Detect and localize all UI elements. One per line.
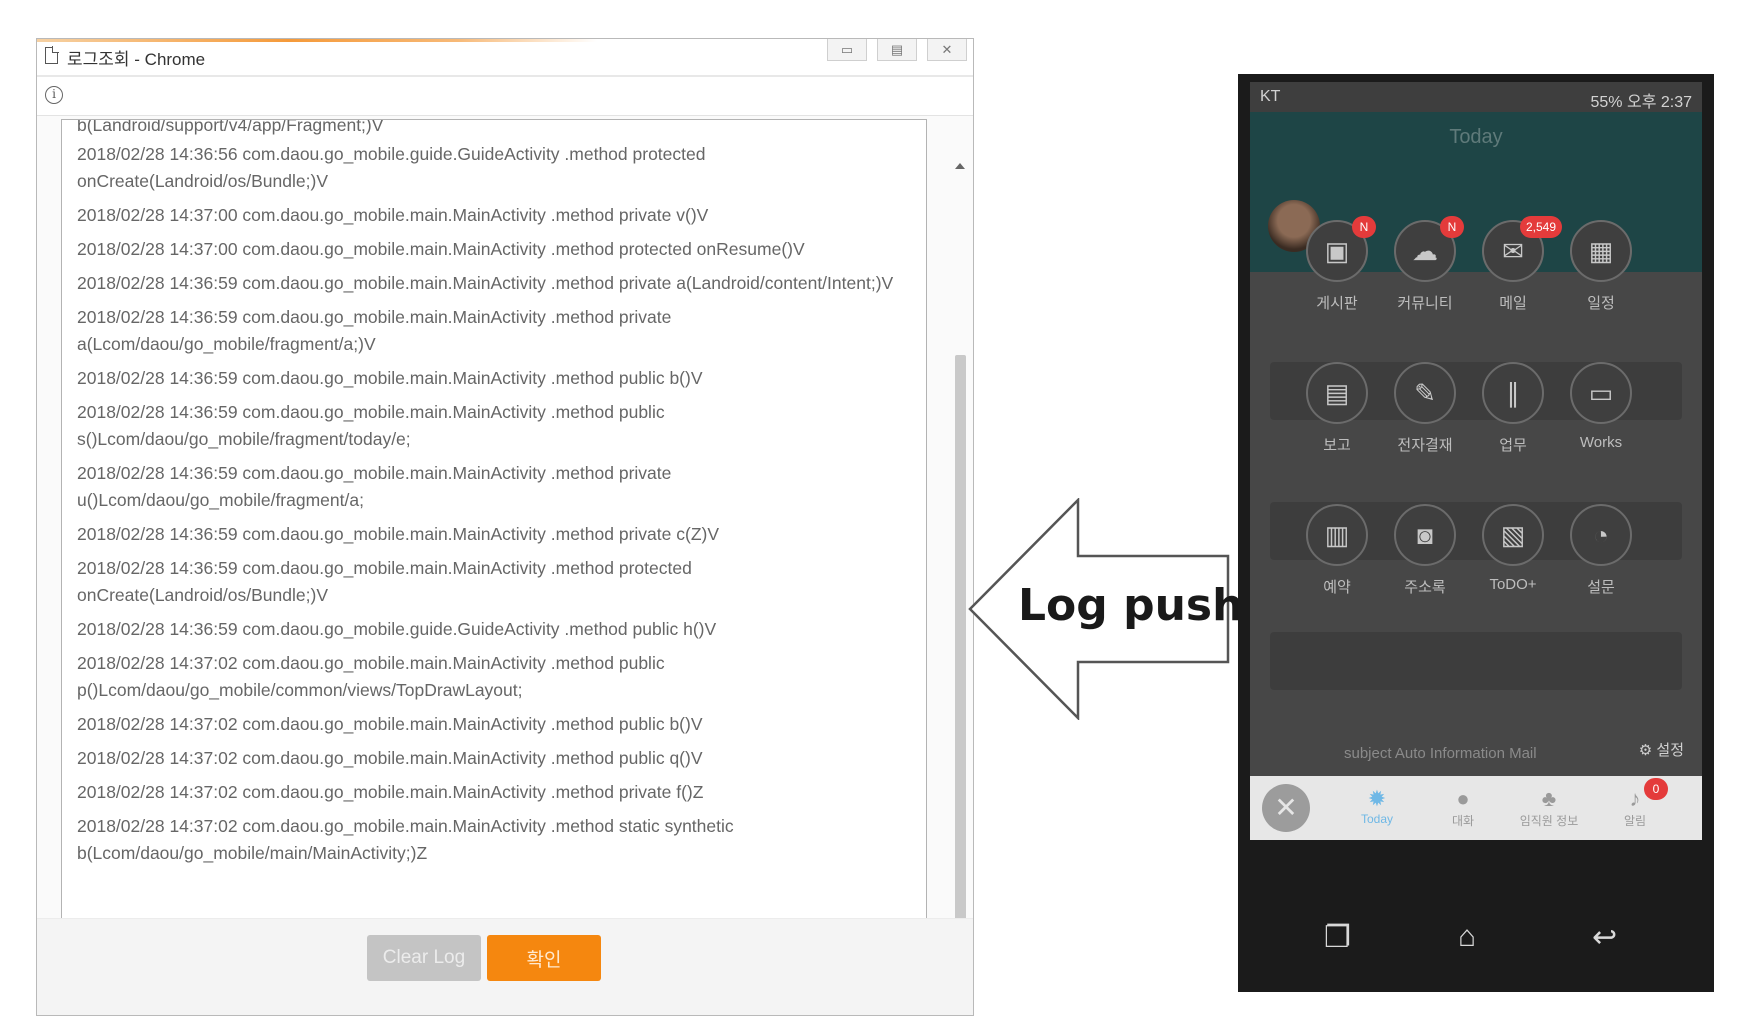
log-line: 2018/02/28 14:37:02 com.daou.go_mobile.m… (77, 653, 665, 700)
report-icon: ▤ (1306, 362, 1368, 424)
notification-badge: N (1352, 216, 1376, 238)
app-label: 일정 (1587, 295, 1615, 312)
gear-icon: ⚙ (1638, 742, 1653, 759)
dialog-footer: Clear Log 확인 (37, 918, 973, 1015)
nav-label: 대화 (1451, 814, 1475, 828)
address-bar: i (37, 77, 973, 116)
log-line: 2018/02/28 14:36:59 com.daou.go_mobile.m… (77, 368, 703, 388)
document-icon (45, 46, 59, 64)
home-icon[interactable]: ⌂ (1458, 920, 1476, 954)
log-line: 2018/02/28 14:36:59 com.daou.go_mobile.m… (77, 463, 672, 510)
log-line: 2018/02/28 14:36:56 com.daou.go_mobile.g… (77, 144, 706, 191)
log-line: 2018/02/28 14:36:59 com.daou.go_mobile.g… (77, 619, 717, 639)
app-label: 메일 (1499, 295, 1527, 312)
settings-label: 설정 (1656, 742, 1684, 759)
nav-label: 임직원 정보 (1519, 814, 1579, 828)
scrollbar-thumb[interactable] (955, 355, 966, 991)
app-reservation[interactable]: ▥ 예약 (1292, 504, 1382, 597)
settings-button[interactable]: ⚙ 설정 (1639, 739, 1684, 760)
title-bar: 로그조회 - Chrome ▭ ▤ ✕ (37, 39, 973, 77)
contacts-icon: ◙ (1394, 504, 1456, 566)
app-task[interactable]: ∥ 업무 (1468, 362, 1558, 455)
app-screen: Today ▣ N 게시판 ☁ N 커뮤니티 ✉ 2,549 메일 ▦ 일정 ▤ 보고 ✎ 전자결재 ∥ 업무 ▭… (1250, 112, 1702, 840)
app-label: 주소록 (1404, 579, 1446, 596)
log-line: 2018/02/28 14:36:59 com.daou.go_mobile.m… (77, 558, 692, 605)
window-title: 로그조회 - Chrome (67, 50, 206, 69)
nav-item-sun[interactable]: ✹ Today (1342, 786, 1412, 826)
reservation-icon: ▥ (1306, 504, 1368, 566)
works-icon: ▭ (1570, 362, 1632, 424)
nav-item-chat[interactable]: ● 대화 (1428, 786, 1498, 829)
app-board[interactable]: ▣ N 게시판 (1292, 216, 1382, 313)
log-line: 2018/02/28 14:36:59 com.daou.go_mobile.m… (77, 307, 672, 354)
app-calendar[interactable]: ▦ 일정 (1556, 220, 1646, 313)
log-line: 2018/02/28 14:37:02 com.daou.go_mobile.m… (77, 748, 703, 768)
app-label: ToDO+ (1489, 576, 1537, 593)
app-label: 설문 (1587, 579, 1615, 596)
survey-icon: ◔ (1570, 504, 1632, 566)
log-line: 2018/02/28 14:37:02 com.daou.go_mobile.m… (77, 816, 734, 863)
app-label: 전자결재 (1397, 437, 1453, 454)
org-chart-icon: ♣ (1541, 786, 1557, 811)
arrow-label: Log push (1018, 580, 1244, 631)
app-approval[interactable]: ✎ 전자결재 (1380, 362, 1470, 455)
log-line-partial: b(Landroid/support/v4/app/Fragment;)V (77, 119, 384, 135)
approval-icon: ✎ (1394, 362, 1456, 424)
confirm-button[interactable]: 확인 (487, 935, 601, 981)
screen-title: Today (1449, 126, 1503, 148)
system-nav-bar: ❐ ⌂ ↩ (1238, 882, 1714, 992)
minimize-button[interactable]: ▭ (827, 39, 867, 61)
app-todo[interactable]: ▧ ToDO+ (1468, 504, 1558, 593)
app-label: Works (1579, 434, 1623, 451)
notification-badge: 0 (1644, 778, 1668, 800)
log-line: 2018/02/28 14:37:02 com.daou.go_mobile.m… (77, 714, 703, 734)
app-label: 게시판 (1316, 295, 1358, 312)
calendar-icon: ▦ (1570, 220, 1632, 282)
app-survey[interactable]: ◔ 설문 (1556, 504, 1646, 597)
clear-log-button[interactable]: Clear Log (367, 935, 481, 981)
notification-badge: N (1440, 216, 1464, 238)
log-line: 2018/02/28 14:37:00 com.daou.go_mobile.m… (77, 239, 805, 259)
log-line: 2018/02/28 14:37:00 com.daou.go_mobile.m… (77, 205, 709, 225)
log-lines: b(Landroid/support/v4/app/Fragment;)V 20… (77, 119, 897, 874)
app-label: 보고 (1323, 437, 1351, 454)
back-icon[interactable]: ↩ (1592, 920, 1617, 955)
subject-text: subject Auto Information Mail (1344, 745, 1537, 762)
dimmed-card (1270, 632, 1682, 690)
chat-icon: ● (1456, 786, 1470, 811)
maximize-button[interactable]: ▤ (877, 39, 917, 61)
status-bar: KT 55% 오후 2:37 (1250, 82, 1702, 112)
scroll-up-arrow-icon[interactable] (955, 163, 965, 169)
log-line: 2018/02/28 14:36:59 com.daou.go_mobile.m… (77, 524, 720, 544)
todo-icon: ▧ (1482, 504, 1544, 566)
app-label: 업무 (1499, 437, 1527, 454)
app-report[interactable]: ▤ 보고 (1292, 362, 1382, 455)
log-line: 2018/02/28 14:37:02 com.daou.go_mobile.m… (77, 782, 704, 802)
sun-icon: ✹ (1367, 786, 1387, 811)
nav-item-bell[interactable]: ♪ 알림 0 (1600, 778, 1670, 829)
log-viewer-window: 로그조회 - Chrome ▭ ▤ ✕ i b(Landroid/support… (36, 38, 974, 1016)
close-button[interactable]: ✕ (927, 39, 967, 61)
carrier-label: KT (1260, 88, 1281, 105)
bottom-nav: ✕ ✹ Today ● 대화 ♣ 임직원 정보 ♪ 알림 0 (1250, 776, 1702, 840)
app-works[interactable]: ▭ Works (1556, 362, 1646, 451)
close-icon[interactable]: ✕ (1262, 784, 1310, 832)
app-label: 커뮤니티 (1397, 295, 1453, 312)
log-line: 2018/02/28 14:36:59 com.daou.go_mobile.m… (77, 273, 894, 293)
app-mail[interactable]: ✉ 2,549 메일 (1468, 216, 1563, 313)
nav-label: 알림 (1623, 814, 1647, 828)
page-load-progress (37, 39, 597, 42)
recent-apps-icon[interactable]: ❐ (1324, 920, 1351, 955)
app-community[interactable]: ☁ N 커뮤니티 (1380, 216, 1470, 313)
nav-label: Today (1360, 812, 1394, 826)
app-label: 예약 (1323, 579, 1351, 596)
task-icon: ∥ (1482, 362, 1544, 424)
info-icon[interactable]: i (45, 86, 63, 104)
log-line: 2018/02/28 14:36:59 com.daou.go_mobile.m… (77, 402, 665, 449)
nav-item-org-chart[interactable]: ♣ 임직원 정보 (1514, 786, 1584, 829)
log-output: b(Landroid/support/v4/app/Fragment;)V 20… (61, 119, 927, 919)
phone-screenshot: KT 55% 오후 2:37 Today ▣ N 게시판 ☁ N 커뮤니티 ✉ 2,549 메일… (1238, 74, 1714, 992)
battery-clock: 55% 오후 2:37 (1590, 94, 1693, 111)
app-contacts[interactable]: ◙ 주소록 (1380, 504, 1470, 597)
